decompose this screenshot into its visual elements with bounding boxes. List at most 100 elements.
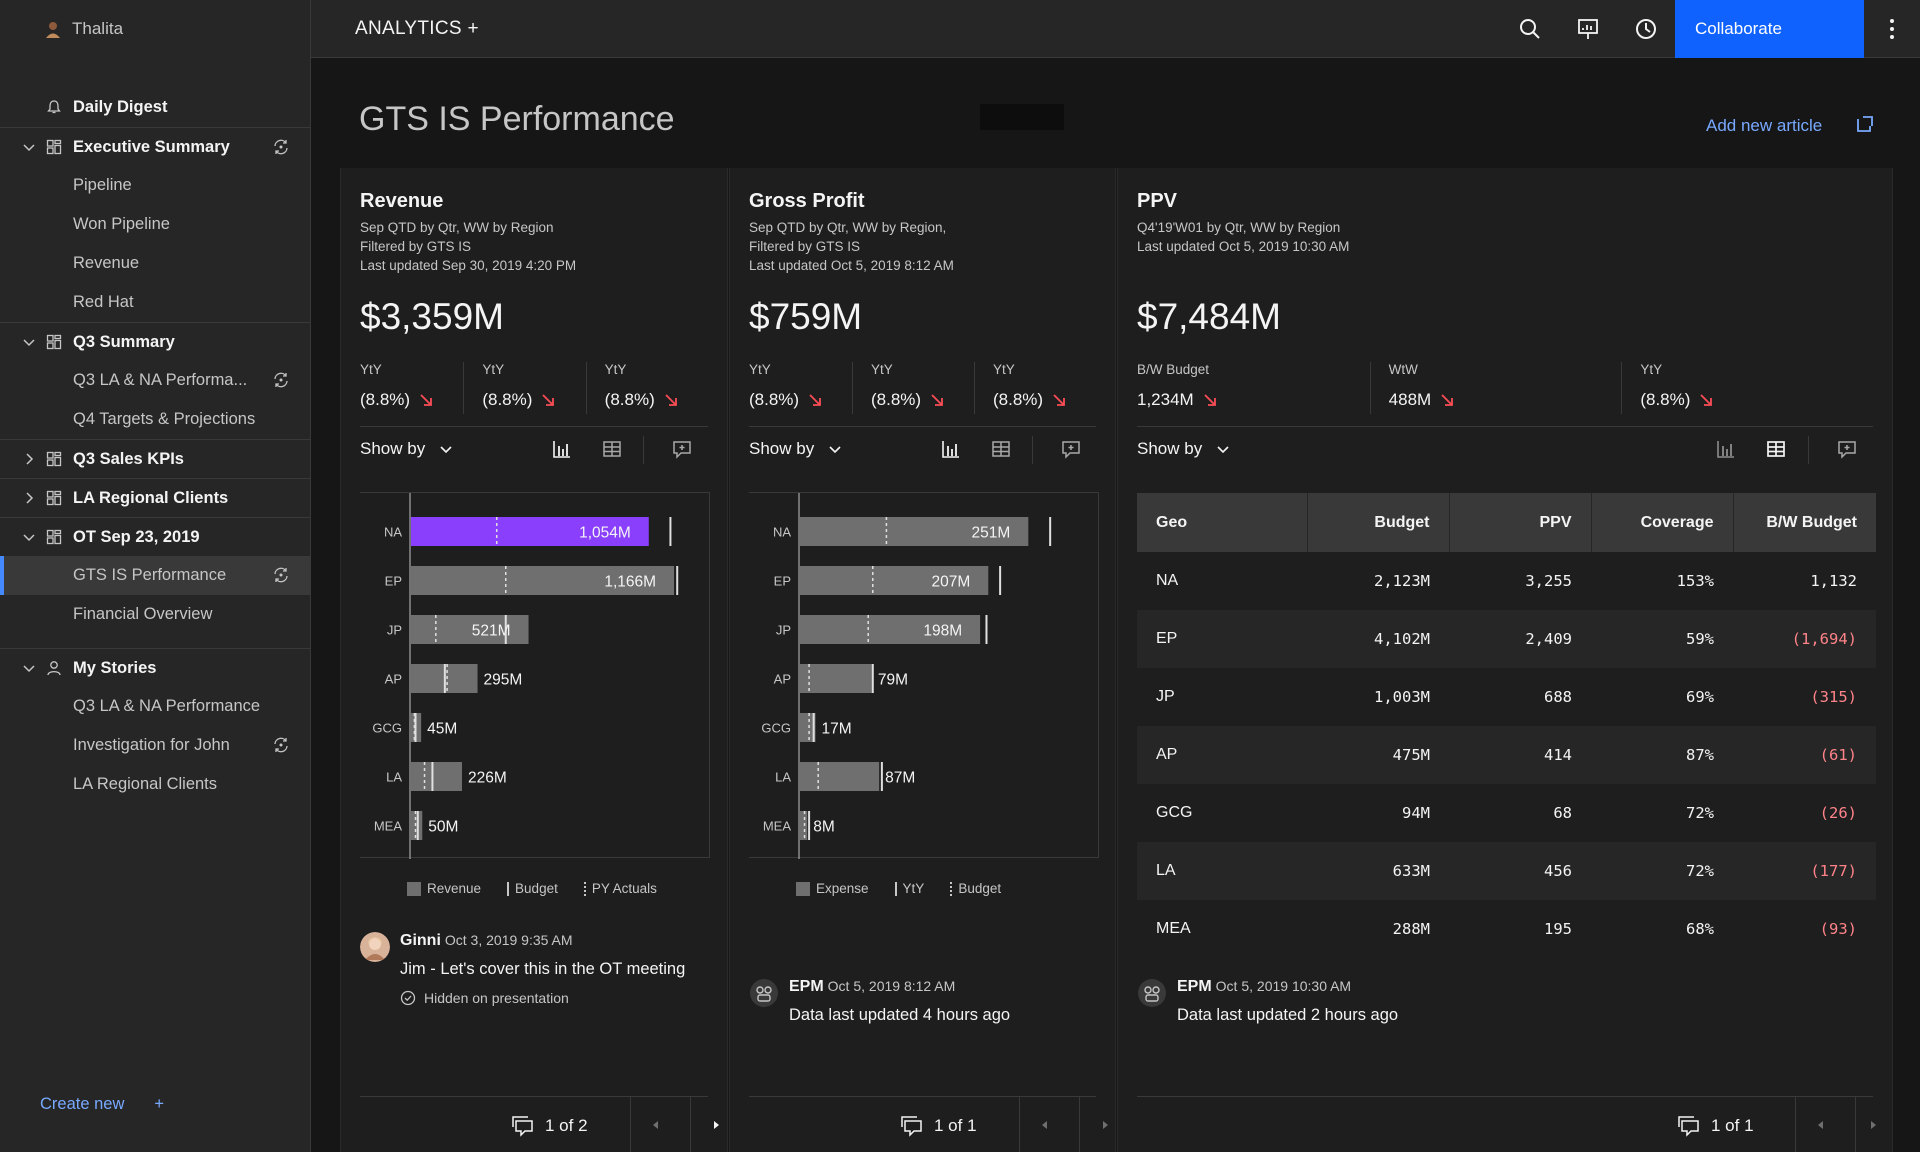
show-by-dropdown[interactable]: Show by bbox=[1137, 439, 1230, 459]
column-header[interactable]: Coverage bbox=[1591, 493, 1734, 552]
sidebar-item[interactable]: Daily Digest bbox=[0, 88, 310, 127]
show-by-dropdown[interactable]: Show by bbox=[749, 439, 842, 459]
legend-label: PY Actuals bbox=[591, 881, 657, 896]
bar-chart-view-icon[interactable] bbox=[1715, 438, 1737, 460]
trend-down-icon bbox=[665, 394, 677, 406]
bar-chart-view-icon[interactable] bbox=[551, 438, 573, 460]
add-new-article-link[interactable]: Add new article bbox=[1706, 116, 1822, 136]
table-row[interactable]: NA 2,123M 3,255 153% 1,132 bbox=[1137, 552, 1876, 610]
table-row[interactable]: MEA 288M 195 68% (93) bbox=[1137, 900, 1876, 958]
presentation-icon[interactable] bbox=[1575, 16, 1601, 42]
column-header[interactable]: Geo bbox=[1137, 493, 1308, 552]
table-row[interactable]: AP 475M 414 87% (61) bbox=[1137, 726, 1876, 784]
sidebar-nav: Daily Digest Executive Summary Pipeline Won… bbox=[0, 88, 310, 804]
revenue-bar-chart: NA 1,054M EP 1,166M JP 521M AP 295M GCG 45M LA 226M… bbox=[372, 493, 679, 859]
sidebar-item[interactable]: Won Pipeline bbox=[0, 205, 310, 244]
show-by-dropdown[interactable]: Show by bbox=[360, 439, 453, 459]
sidebar-item[interactable]: Q3 Sales KPIs bbox=[0, 439, 310, 478]
bar-chart-view-icon[interactable] bbox=[940, 438, 962, 460]
caret-right-icon[interactable] bbox=[1867, 1119, 1879, 1131]
column-header[interactable]: PPV bbox=[1449, 493, 1592, 552]
sidebar-item[interactable]: Q3 Summary bbox=[0, 322, 310, 361]
caret-left-icon[interactable] bbox=[650, 1119, 662, 1131]
table-view-icon[interactable] bbox=[1765, 438, 1787, 460]
sidebar-item[interactable]: My Stories bbox=[0, 648, 310, 687]
collaborate-button[interactable]: Collaborate bbox=[1675, 0, 1864, 58]
chevron-down-icon[interactable] bbox=[22, 661, 36, 675]
chevron-right-icon[interactable] bbox=[22, 452, 36, 466]
caret-right-icon[interactable] bbox=[710, 1119, 722, 1131]
create-new-button[interactable]: Create new + bbox=[40, 1095, 164, 1114]
sidebar-item[interactable]: Executive Summary bbox=[0, 127, 310, 166]
card-title: Gross Profit bbox=[749, 190, 865, 212]
column-header[interactable]: Budget bbox=[1307, 493, 1450, 552]
comment[interactable]: EPM Oct 5, 2019 8:12 AM Data last updated… bbox=[749, 978, 1099, 1038]
card-subtitle: Sep QTD by Qtr, WW by Region, Filtered b… bbox=[749, 218, 954, 275]
chevron-down-icon[interactable] bbox=[22, 140, 36, 154]
add-comment-icon[interactable] bbox=[671, 438, 693, 460]
search-icon[interactable] bbox=[1517, 16, 1543, 42]
pagination-text: 1 of 1 bbox=[1711, 1116, 1754, 1135]
chevron-down-icon[interactable] bbox=[22, 335, 36, 349]
sidebar-item[interactable]: Q4 Targets & Projections bbox=[0, 400, 310, 439]
launch-icon[interactable] bbox=[1856, 115, 1874, 133]
table-row[interactable]: GCG 94M 68 72% (26) bbox=[1137, 784, 1876, 842]
y-tick-label: NA bbox=[773, 525, 791, 540]
page-title: GTS IS Performance bbox=[359, 100, 675, 138]
comment-pagination: 1 of 2 bbox=[511, 1115, 588, 1137]
card-subtitle: Sep QTD by Qtr, WW by Region Filtered by… bbox=[360, 218, 576, 275]
add-comment-icon[interactable] bbox=[1836, 438, 1858, 460]
separator bbox=[1855, 1097, 1856, 1152]
pagination-text: 1 of 2 bbox=[545, 1116, 588, 1135]
sidebar-item[interactable]: Red Hat bbox=[0, 283, 310, 322]
sidebar-item[interactable]: Financial Overview bbox=[0, 595, 310, 634]
comment[interactable]: EPM Oct 5, 2019 10:30 AM Data last update… bbox=[1137, 978, 1737, 1038]
sidebar-item[interactable]: Revenue bbox=[0, 244, 310, 283]
caret-left-icon[interactable] bbox=[1815, 1119, 1827, 1131]
sidebar-item[interactable]: LA Regional Clients bbox=[0, 765, 310, 804]
subtitle-line: Sep QTD by Qtr, WW by Region, bbox=[749, 220, 947, 235]
column-header[interactable]: B/W Budget bbox=[1733, 493, 1876, 552]
sidebar-item[interactable]: GTS IS Performance bbox=[0, 556, 310, 595]
table-cell: 2,123M bbox=[1374, 572, 1430, 590]
sidebar-item-label: My Stories bbox=[73, 658, 157, 677]
table-cell: 153% bbox=[1676, 572, 1714, 590]
user-profile[interactable]: Thalita bbox=[0, 0, 310, 58]
y-tick-label: LA bbox=[386, 770, 402, 785]
table-row[interactable]: JP 1,003M 688 69% (315) bbox=[1137, 668, 1876, 726]
chevron-down-icon[interactable] bbox=[22, 530, 36, 544]
chevron-right-icon[interactable] bbox=[22, 491, 36, 505]
comment-text: Data last updated 2 hours ago bbox=[1177, 1006, 1399, 1024]
kpi: YtY (8.8%) bbox=[1621, 362, 1873, 414]
table-row[interactable]: EP 4,102M 2,409 59% (1,694) bbox=[1137, 610, 1876, 668]
divider bbox=[1137, 426, 1873, 427]
table-row[interactable]: LA 633M 456 72% (177) bbox=[1137, 842, 1876, 900]
comment[interactable]: Ginni Oct 3, 2019 9:35 AM Jim - Let's cov… bbox=[360, 932, 710, 1022]
separator bbox=[1032, 436, 1033, 464]
trend-down-icon bbox=[1204, 394, 1216, 406]
kpi-value: (8.8%) bbox=[749, 390, 800, 409]
kpi-value: (8.8%) bbox=[993, 390, 1044, 409]
sidebar-item[interactable]: Q3 LA & NA Performance bbox=[0, 687, 310, 726]
sidebar-item[interactable]: Investigation for John bbox=[0, 726, 310, 765]
sidebar-item[interactable]: LA Regional Clients bbox=[0, 478, 310, 517]
table-view-icon[interactable] bbox=[601, 438, 623, 460]
caret-left-icon[interactable] bbox=[1039, 1119, 1051, 1131]
caret-right-icon[interactable] bbox=[1099, 1119, 1111, 1131]
add-comment-icon[interactable] bbox=[1060, 438, 1082, 460]
subtitle-line: Last updated Sep 30, 2019 4:20 PM bbox=[360, 258, 577, 273]
table-cell: 1,132 bbox=[1810, 572, 1857, 590]
data-label: 87M bbox=[885, 770, 915, 787]
sidebar-item-label: OT Sep 23, 2019 bbox=[73, 527, 200, 546]
sidebar-item[interactable]: Pipeline bbox=[0, 166, 310, 205]
overflow-menu-icon[interactable] bbox=[1882, 16, 1902, 42]
collaborate-label: Collaborate bbox=[1695, 19, 1782, 38]
comment-pagination: 1 of 1 bbox=[1677, 1115, 1754, 1137]
sidebar-item[interactable]: OT Sep 23, 2019 bbox=[0, 517, 310, 556]
comment-text: Jim - Let's cover this in the OT meeting bbox=[400, 960, 686, 978]
sidebar-item[interactable]: Q3 LA & NA Performa... bbox=[0, 361, 310, 400]
table-view-icon[interactable] bbox=[990, 438, 1012, 460]
headline-value: $759M bbox=[749, 296, 863, 337]
clock-icon[interactable] bbox=[1633, 16, 1659, 42]
table-cell: AP bbox=[1137, 726, 1307, 784]
